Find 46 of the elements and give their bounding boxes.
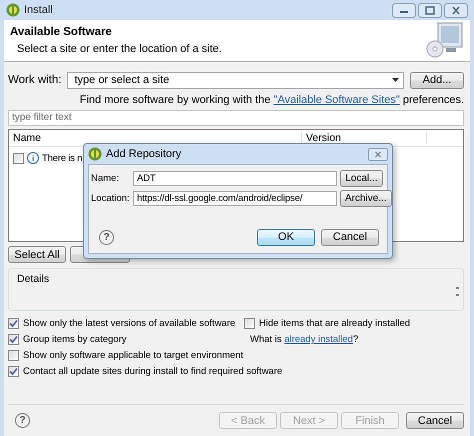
installed-link[interactable]: already installed <box>284 334 353 345</box>
dialog-button[interactable]: OK <box>257 228 315 246</box>
app-icon <box>6 3 20 17</box>
window-title: Install <box>24 4 53 16</box>
page-subtitle: Select a site or enter the location of a site. <box>17 43 222 55</box>
page-title: Available Software <box>10 26 113 38</box>
dialog-button[interactable]: Cancel <box>321 228 379 246</box>
app-icon <box>88 147 102 161</box>
resize-handle-icon[interactable] <box>456 287 459 296</box>
add-button[interactable]: Add... <box>410 72 464 88</box>
maximize-icon[interactable] <box>418 2 442 18</box>
work-with-label: Work with: <box>8 74 62 86</box>
dialog-title: Add Repository <box>106 148 182 160</box>
option-label: Show only software applicable to target environment <box>23 350 244 361</box>
option-checkbox[interactable] <box>8 334 19 345</box>
dropdown-caret-icon[interactable] <box>392 78 399 82</box>
row-checkbox[interactable] <box>13 152 24 164</box>
details-title: Details <box>17 273 50 285</box>
field-label: Location: <box>91 193 131 204</box>
browse-button[interactable]: Archive... <box>340 190 392 207</box>
option-checkbox[interactable] <box>8 350 19 361</box>
help-icon[interactable]: ? <box>99 230 114 244</box>
help-icon[interactable]: ? <box>15 413 30 428</box>
option-label: Contact all update sites during install to find required software <box>23 366 282 377</box>
option-label: Group items by category <box>23 334 126 345</box>
browse-button[interactable]: Local... <box>340 170 383 187</box>
option-label: Show only the latest versions of available software <box>23 318 236 329</box>
select-all-button[interactable]: Select All <box>8 246 66 263</box>
filter-field[interactable]: type filter text <box>8 110 464 126</box>
row-text: There is n <box>42 152 82 164</box>
minimize-icon[interactable] <box>392 2 416 18</box>
close-icon[interactable] <box>368 148 388 160</box>
wizard-button[interactable]: Cancel <box>406 412 464 429</box>
info-icon: i <box>27 152 39 164</box>
option-checkbox[interactable] <box>244 318 255 329</box>
installed-hint: What is already installed? <box>250 334 358 345</box>
option-checkbox[interactable] <box>8 366 19 377</box>
field-label: Name: <box>91 173 120 184</box>
input-field[interactable]: ADT <box>133 171 337 186</box>
site-combo[interactable]: type or select a site <box>67 72 404 88</box>
option-label: Hide items that are already installed <box>259 318 410 329</box>
sites-hint: Find more software by working with the "Available Software Sites" preferences. <box>80 94 464 106</box>
option-checkbox[interactable] <box>8 318 19 329</box>
input-field[interactable]: https://dl-ssl.google.com/android/eclipse/ <box>133 191 337 206</box>
close-icon[interactable] <box>444 2 468 18</box>
sites-link[interactable]: "Available Software Sites" <box>274 94 400 106</box>
